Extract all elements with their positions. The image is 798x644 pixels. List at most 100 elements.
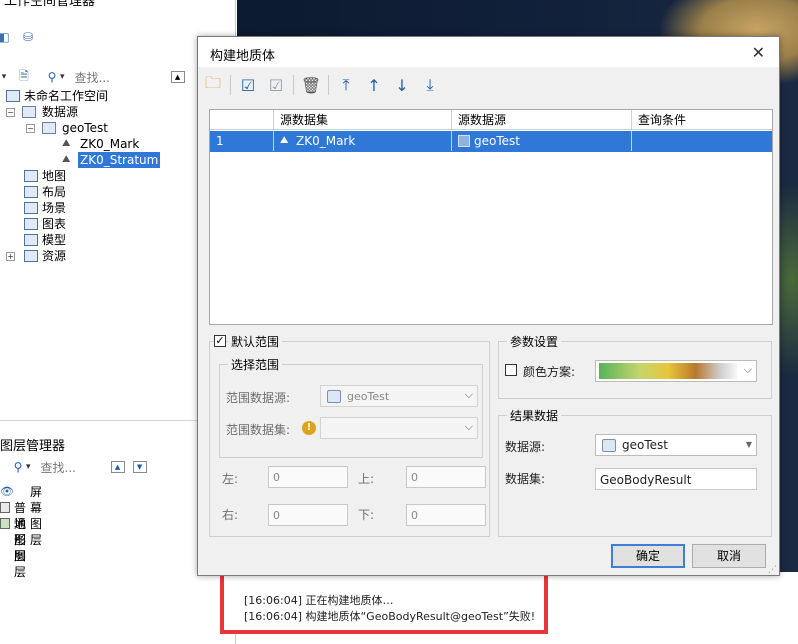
bottom-input[interactable]: 0 xyxy=(406,504,486,526)
resize-grip-icon[interactable]: ⋰ xyxy=(768,565,777,575)
scroll-up-icon[interactable]: ▲ xyxy=(170,71,185,83)
move-down-icon[interactable]: ▼ xyxy=(132,461,147,473)
tree-item-label: 图表 xyxy=(42,217,67,231)
chevron-down-icon: ▼ xyxy=(745,440,752,449)
select-value: geoTest xyxy=(347,390,390,403)
datasource-cell[interactable]: geoTest xyxy=(452,131,632,151)
layer-label: 地形图层 xyxy=(14,517,27,579)
toolbar-separator xyxy=(328,75,329,95)
result-group: 结果数据 数据源: geoTest ▼ 数据集: GeoBodyResult xyxy=(498,407,772,537)
dataset-name: ZK0_Mark xyxy=(296,134,356,148)
default-range-checkbox[interactable]: ✓ xyxy=(214,335,226,347)
result-datasource-select[interactable]: geoTest ▼ xyxy=(595,434,757,456)
color-ramp-swatch xyxy=(599,363,737,379)
tree-item-label: 资源 xyxy=(42,249,67,263)
params-title: 参数设置 xyxy=(507,333,562,350)
add-folder-icon[interactable]: 🗀 xyxy=(202,73,224,96)
range-datasource-label: 范围数据源: xyxy=(226,391,291,405)
workspace-panel-title: 工作空间管理器 xyxy=(4,0,96,9)
document-icon[interactable]: 🗎 xyxy=(16,69,32,85)
tree-item-label: ZK0_Mark xyxy=(80,137,140,151)
toolbar-separator xyxy=(230,75,231,95)
select-all-icon[interactable]: ☑ xyxy=(237,74,259,96)
chevron-down-icon[interactable]: ▾ xyxy=(0,69,8,85)
warning-icon: ! xyxy=(302,421,316,435)
search-options-chevron-icon[interactable]: ▾ xyxy=(60,72,65,82)
range-dataset-select[interactable]: ⌵ xyxy=(320,417,478,439)
layer-search-input[interactable]: 查找... xyxy=(41,459,111,476)
tree-item-label: 地图 xyxy=(42,169,67,183)
result-datasource-label: 数据源: xyxy=(505,440,546,454)
right-label: 右: xyxy=(222,508,239,522)
left-input[interactable]: 0 xyxy=(268,466,348,488)
dialog-title: 构建地质体 xyxy=(210,49,276,64)
color-scheme-label: 颜色方案: xyxy=(523,365,576,379)
bottom-label: 下: xyxy=(358,508,375,522)
tree-item-label: geoTest xyxy=(62,121,108,135)
cancel-button[interactable]: 取消 xyxy=(692,544,766,568)
datasource-icon xyxy=(602,439,616,452)
workspace-search-input[interactable]: 查找... xyxy=(75,69,171,86)
database-icon[interactable]: ⛁ xyxy=(20,29,36,45)
collapse-icon[interactable]: − xyxy=(6,108,15,117)
datasources-icon xyxy=(22,106,36,118)
datasource-icon xyxy=(42,122,56,134)
open-workspace-icon[interactable]: ◧ xyxy=(0,29,12,45)
model-icon xyxy=(24,234,38,246)
pin-icon[interactable]: ▼ xyxy=(201,0,208,2)
search-icon[interactable]: ⚲ xyxy=(44,69,60,85)
column-header: 源数据集 xyxy=(274,110,452,130)
log-line: [16:06:04] 正在构建地质体… xyxy=(244,594,394,607)
search-options-chevron-icon[interactable]: ▾ xyxy=(26,462,31,472)
result-dataset-input[interactable]: GeoBodyResult xyxy=(595,468,757,490)
top-input[interactable]: 0 xyxy=(406,466,486,488)
terrain-icon xyxy=(0,518,10,529)
toolbar-separator xyxy=(293,75,294,95)
point-dataset-icon: ⛰ xyxy=(280,135,289,146)
table-row[interactable]: 1 ⛰ ZK0_Mark geoTest xyxy=(210,131,772,152)
range-group: ✓ 默认范围 选择范围 范围数据源: geoTest ⌵ 范围数据集: ! ⌵ … xyxy=(209,333,490,537)
condition-cell[interactable] xyxy=(632,131,774,151)
color-scheme-select[interactable]: ⌵ xyxy=(595,360,757,382)
move-up-icon[interactable]: ↑ xyxy=(363,74,385,96)
layer-panel-title: 图层管理器 xyxy=(0,439,66,454)
result-dataset-label: 数据集: xyxy=(505,472,546,486)
map-icon xyxy=(24,170,38,182)
resources-icon xyxy=(24,250,38,262)
search-icon[interactable]: ⚲ xyxy=(10,459,26,475)
datasource-icon xyxy=(458,135,470,147)
range-datasource-select[interactable]: geoTest ⌵ xyxy=(320,385,478,407)
move-bottom-icon[interactable]: ⤓ xyxy=(419,74,441,96)
range-dataset-label: 范围数据集: xyxy=(226,423,291,437)
expand-icon[interactable]: + xyxy=(6,252,15,261)
move-up-icon[interactable]: ▲ xyxy=(110,461,125,473)
tree-item-label: ZK0_Stratum xyxy=(78,152,161,168)
layout-icon xyxy=(24,186,38,198)
result-title: 结果数据 xyxy=(507,407,562,424)
log-line: [16:06:04] 构建地质体“GeoBodyResult@geoTest”失… xyxy=(244,610,536,623)
chevron-down-icon: ⌵ xyxy=(743,363,752,376)
ok-button[interactable]: 确定 xyxy=(611,544,685,568)
close-icon[interactable]: ✕ xyxy=(218,0,228,4)
chart-icon xyxy=(24,218,38,230)
delete-icon[interactable]: 🗑 xyxy=(300,74,322,96)
tree-item-label: 模型 xyxy=(42,233,67,247)
invert-selection-icon[interactable]: ☑ xyxy=(265,74,287,96)
column-header: 查询条件 xyxy=(638,113,687,127)
datasource-name: geoTest xyxy=(474,134,520,148)
color-scheme-checkbox[interactable] xyxy=(505,364,517,376)
right-input[interactable]: 0 xyxy=(268,504,348,526)
tree-item-label: 布局 xyxy=(42,185,67,199)
default-range-label: 默认范围 xyxy=(228,333,283,350)
build-geobody-dialog: 构建地质体 ✕ 🗀 ☑ ☑ 🗑 ⤒ ↑ ↓ ⤓ 源数据集 源数据源 查询条件 1… xyxy=(197,36,780,576)
move-down-icon[interactable]: ↓ xyxy=(391,74,413,96)
collapse-icon[interactable]: − xyxy=(26,124,35,133)
dataset-cell[interactable]: ⛰ ZK0_Mark xyxy=(274,131,452,151)
column-header: 源数据源 xyxy=(452,110,632,130)
workspace-icon xyxy=(6,90,20,102)
close-icon[interactable]: ✕ xyxy=(752,43,765,62)
layer-label: 屏幕图层 xyxy=(30,485,43,547)
dialog-toolbar: 🗀 ☑ ☑ 🗑 ⤒ ↑ ↓ ⤓ xyxy=(202,73,441,97)
move-top-icon[interactable]: ⤒ xyxy=(335,74,357,96)
visibility-eye-icon[interactable]: 👁 xyxy=(0,484,14,500)
